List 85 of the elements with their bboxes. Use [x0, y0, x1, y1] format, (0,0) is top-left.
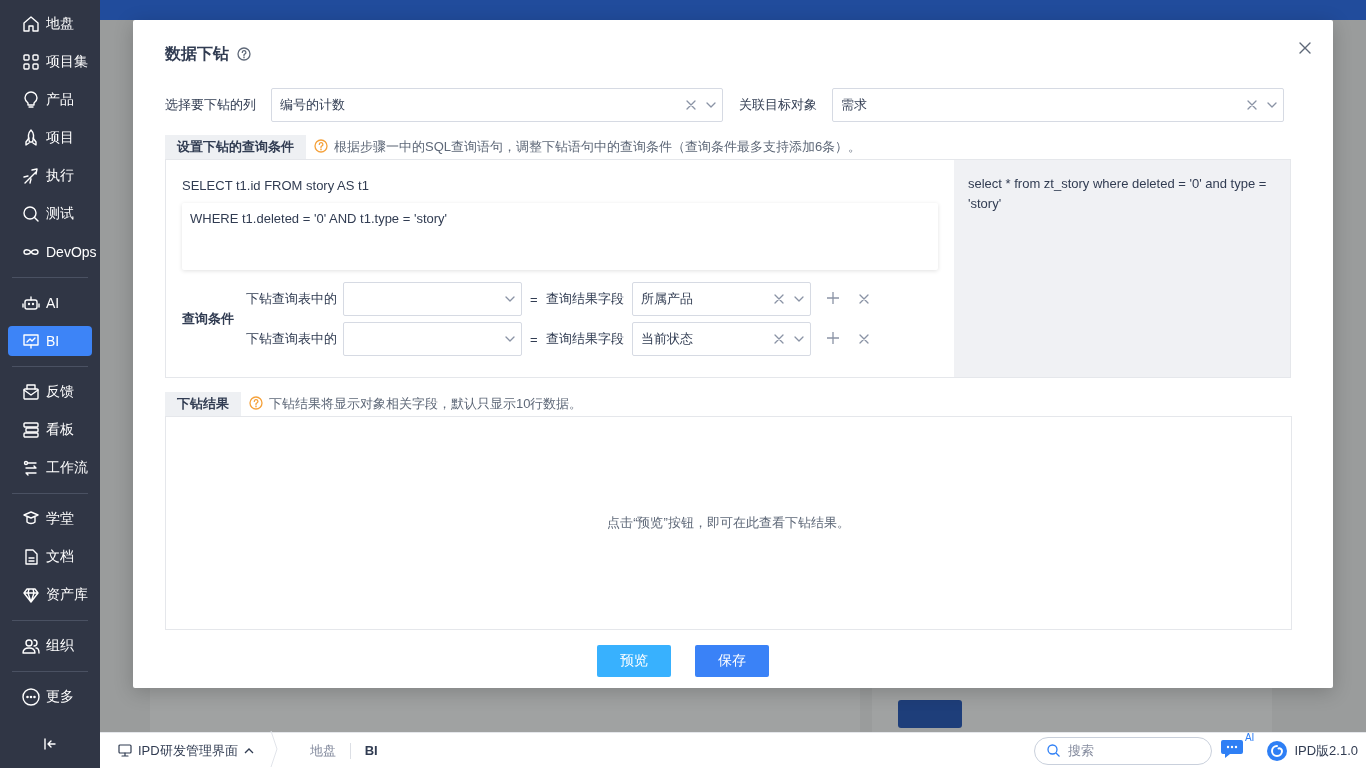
workspace-switcher[interactable]: IPD研发管理界面: [118, 741, 254, 760]
save-button[interactable]: 保存: [695, 645, 769, 677]
help-icon: [249, 395, 263, 410]
board-icon: [22, 421, 40, 439]
operator: =: [530, 291, 538, 307]
diamond-icon: [22, 586, 40, 604]
robot-icon: [22, 294, 40, 312]
sql-editor[interactable]: WHERE t1.deleted = '0' AND t1.type = 'story': [182, 203, 938, 270]
breadcrumb-link[interactable]: 地盘: [295, 741, 350, 760]
sidebar-item[interactable]: 产品: [8, 81, 92, 119]
sidebar-item[interactable]: 测试: [8, 195, 92, 233]
select-field[interactable]: 所属产品: [631, 282, 811, 316]
add-icon[interactable]: [826, 291, 839, 304]
sidebar-item[interactable]: 看板: [8, 411, 92, 449]
select-field[interactable]: [343, 282, 522, 316]
home-icon: [22, 15, 40, 33]
sql-text: SELECT t1.id FROM story AS t1: [182, 178, 370, 193]
chevron-down-icon[interactable]: [505, 296, 515, 302]
field-label: 查询结果字段: [545, 330, 624, 348]
field-label: 下钻查询表中的: [246, 330, 337, 348]
sidebar-item[interactable]: 反馈: [8, 373, 92, 411]
grid-icon: [22, 53, 40, 71]
sidebar-item[interactable]: AI: [8, 284, 92, 322]
select-field[interactable]: 当前状态: [631, 322, 811, 356]
workflow-icon: [22, 459, 40, 477]
sidebar-item[interactable]: 工作流: [8, 449, 92, 487]
help-icon: [237, 47, 251, 61]
chevron-down-icon[interactable]: [706, 102, 716, 108]
chevron-down-icon[interactable]: [505, 336, 515, 342]
clear-icon[interactable]: [1247, 100, 1257, 110]
field-label: 下钻查询表中的: [246, 290, 337, 308]
chevron-down-icon[interactable]: [1267, 102, 1277, 108]
conditions-label: 查询条件: [182, 310, 235, 328]
sidebar-item[interactable]: 项目集: [8, 43, 92, 81]
caret-up-icon: [243, 747, 254, 754]
section-title: 下钻结果: [165, 392, 241, 416]
close-icon[interactable]: [1299, 42, 1311, 54]
rocket-icon: [22, 129, 40, 147]
delete-icon[interactable]: [858, 333, 869, 344]
hint-text: 根据步骤一中的SQL查询语句，调整下钻语句中的查询条件（查询条件最多支持添加6条）。: [334, 138, 862, 156]
ai-label: AI: [1244, 731, 1255, 743]
select-field[interactable]: 需求: [832, 88, 1284, 122]
hint-text: 下钻结果将显示对象相关字段，默认只显示10行数据。: [269, 395, 583, 413]
sidebar-item[interactable]: BI: [8, 326, 92, 356]
delete-icon[interactable]: [858, 293, 869, 304]
clear-icon[interactable]: [686, 100, 696, 110]
lightbulb-icon: [22, 91, 40, 109]
field-label: 查询结果字段: [545, 290, 624, 308]
dialog-title: 数据下钻: [165, 43, 229, 64]
clear-icon[interactable]: [773, 294, 784, 304]
operator: =: [530, 331, 538, 347]
help-icon: [314, 138, 328, 153]
sidebar-item[interactable]: 学堂: [8, 500, 92, 538]
chevron-down-icon[interactable]: [793, 336, 804, 342]
running-icon: [22, 167, 40, 185]
sidebar-item[interactable]: 资产库: [8, 576, 92, 614]
breadcrumb-link[interactable]: BI: [350, 743, 392, 758]
envelope-icon: [22, 383, 40, 401]
clear-icon[interactable]: [773, 334, 784, 344]
monitor-icon: [118, 744, 132, 757]
search-icon: [1047, 744, 1061, 757]
empty-message: 点击“预览”按钮，即可在此查看下钻结果。: [607, 514, 850, 532]
version-label: IPD版2.1.0: [1294, 741, 1358, 760]
people-icon: [22, 637, 40, 655]
field-label: 关联目标对象: [739, 96, 818, 114]
add-icon[interactable]: [826, 331, 839, 344]
field-label: 选择要下钻的列: [165, 96, 257, 114]
search-icon: [22, 205, 40, 223]
sql-preview: select * from zt_story where deleted = '0' and type = 'story': [968, 175, 1268, 213]
collapse-icon[interactable]: [43, 737, 57, 751]
select-field[interactable]: 编号的计数: [271, 88, 723, 122]
sidebar-item[interactable]: 文档: [8, 538, 92, 576]
chevron-down-icon[interactable]: [793, 296, 804, 302]
swirl-logo-icon: [1266, 739, 1289, 762]
document-icon: [22, 548, 40, 566]
chat-icon[interactable]: [1220, 737, 1245, 758]
sidebar-item[interactable]: 执行: [8, 157, 92, 195]
section-title: 设置下钻的查询条件: [165, 135, 306, 159]
sidebar-item[interactable]: 组织: [8, 627, 92, 665]
chart-board-icon: [22, 332, 40, 350]
select-field[interactable]: [343, 322, 522, 356]
sidebar-item[interactable]: 项目: [8, 119, 92, 157]
sidebar-item[interactable]: 更多: [8, 678, 92, 716]
sidebar-item[interactable]: 地盘: [8, 5, 92, 43]
more-icon: [22, 688, 40, 706]
